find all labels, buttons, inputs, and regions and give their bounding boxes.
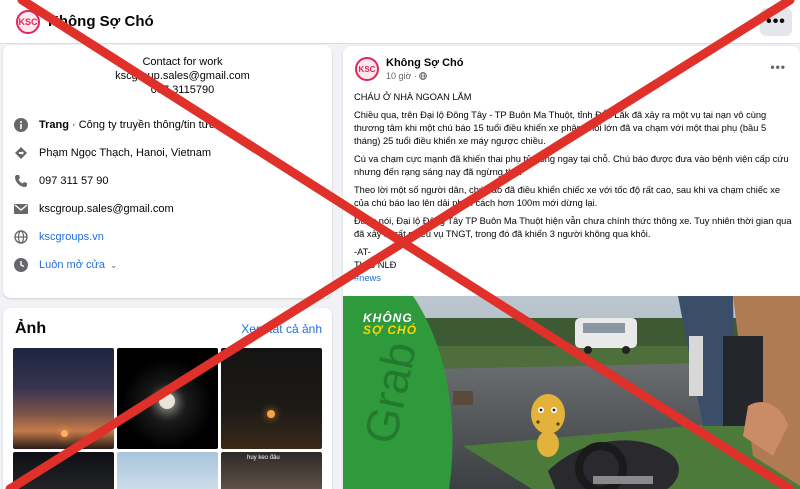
photos-card: Ảnh Xem tất cả ảnh huy keo đâu bbox=[3, 308, 332, 489]
phone-icon bbox=[13, 173, 29, 189]
photo-thumbnail[interactable] bbox=[117, 348, 218, 449]
watermark-logo: KHÔNG SỢ CHÓ bbox=[363, 311, 418, 337]
photo-thumbnail[interactable] bbox=[221, 348, 322, 449]
post-text: CHÁU Ở NHÀ NGOAN LẮM Chiều qua, trên Đại… bbox=[354, 91, 794, 285]
more-options-button[interactable]: ••• bbox=[760, 8, 792, 36]
photo-thumbnail[interactable] bbox=[13, 348, 114, 449]
see-all-photos-link[interactable]: Xem tất cả ảnh bbox=[241, 322, 322, 336]
photo-thumbnail[interactable]: huy keo đâu bbox=[221, 452, 322, 489]
page-header: KSC Không Sợ Chó ••• bbox=[0, 0, 800, 44]
globe-icon bbox=[13, 229, 29, 245]
email-row: kscgroup.sales@gmail.com bbox=[13, 201, 174, 217]
hashtag-link[interactable]: #news bbox=[354, 272, 794, 285]
address-row: Phạm Ngọc Thạch, Hanoi, Vietnam bbox=[13, 145, 211, 161]
post-author-avatar[interactable]: KSC bbox=[355, 57, 379, 81]
post-card: KSC Không Sợ Chó 10 giờ · ••• CHÁU Ở NHÀ… bbox=[343, 46, 800, 489]
photos-title: Ảnh bbox=[15, 320, 47, 337]
info-icon bbox=[13, 117, 29, 133]
intro-card: Contact for work kscgroup.sales@gmail.co… bbox=[3, 45, 332, 298]
hours-row[interactable]: Luôn mở cửa ⌄ bbox=[13, 257, 118, 273]
website-row: kscgroups.vn bbox=[13, 229, 104, 245]
bio: Contact for work kscgroup.sales@gmail.co… bbox=[115, 56, 250, 96]
photo-thumbnail[interactable] bbox=[13, 452, 114, 489]
category-row: Trang · Công ty truyền thông/tin tức bbox=[13, 117, 215, 133]
globe-icon bbox=[419, 71, 428, 81]
phone-row: 097 311 57 90 bbox=[13, 173, 109, 189]
post-timestamp[interactable]: 10 giờ · bbox=[386, 71, 428, 81]
chevron-down-icon[interactable]: ⌄ bbox=[110, 260, 118, 271]
page-title[interactable]: Không Sợ Chó bbox=[48, 13, 154, 30]
mail-icon bbox=[13, 201, 29, 217]
post-author-name[interactable]: Không Sợ Chó bbox=[386, 57, 463, 69]
location-icon bbox=[13, 145, 29, 161]
photo-thumbnail[interactable] bbox=[117, 452, 218, 489]
post-photo[interactable]: Grab KHÔNG SỢ CHÓ bbox=[343, 296, 800, 489]
page-logo[interactable]: KSC bbox=[16, 9, 40, 34]
photo-caption: huy keo đâu bbox=[247, 455, 280, 461]
post-more-button[interactable]: ••• bbox=[770, 60, 786, 74]
clock-icon bbox=[13, 257, 29, 273]
